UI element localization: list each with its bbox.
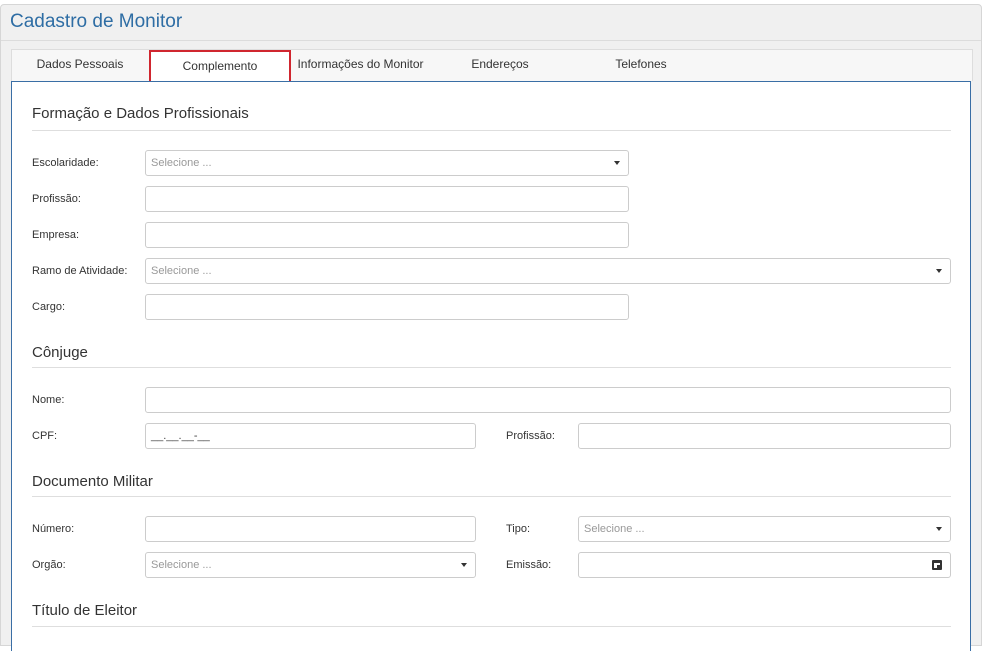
ramo-atividade-label: Ramo de Atividade: bbox=[32, 265, 128, 277]
chevron-down-icon bbox=[461, 563, 467, 567]
militar-tipo-placeholder: Selecione ... bbox=[584, 523, 645, 535]
tab-bar: Dados Pessoais Complemento Informações d… bbox=[11, 49, 973, 83]
section-divider bbox=[32, 496, 951, 497]
tab-panel: Formação e Dados Profissionais Escolarid… bbox=[11, 81, 971, 651]
cargo-input[interactable] bbox=[145, 294, 629, 320]
tab-dados-pessoais[interactable]: Dados Pessoais bbox=[12, 50, 148, 81]
calendar-icon[interactable] bbox=[932, 560, 942, 570]
chevron-down-icon bbox=[936, 269, 942, 273]
empresa-label: Empresa: bbox=[32, 229, 80, 241]
escolaridade-select[interactable]: Selecione ... bbox=[145, 150, 629, 176]
window-title: Cadastro de Monitor bbox=[10, 11, 183, 32]
section-title-militar: Documento Militar bbox=[32, 473, 153, 490]
escolaridade-label: Escolaridade: bbox=[32, 157, 99, 169]
escolaridade-placeholder: Selecione ... bbox=[151, 157, 212, 169]
militar-tipo-select[interactable]: Selecione ... bbox=[578, 516, 951, 542]
form-window: Cadastro de Monitor Dados Pessoais Compl… bbox=[0, 4, 982, 651]
cpf-mask: __.__.__-__ bbox=[151, 430, 210, 442]
chevron-down-icon bbox=[936, 527, 942, 531]
section-divider bbox=[32, 626, 951, 627]
section-divider bbox=[32, 130, 951, 131]
section-title-formacao: Formação e Dados Profissionais bbox=[32, 105, 249, 122]
chevron-down-icon bbox=[614, 161, 620, 165]
militar-tipo-label: Tipo: bbox=[506, 523, 531, 535]
conjuge-nome-label: Nome: bbox=[32, 394, 65, 406]
header-divider bbox=[1, 40, 981, 41]
profissao-label: Profissão: bbox=[32, 193, 81, 205]
militar-orgao-placeholder: Selecione ... bbox=[151, 559, 212, 571]
tab-enderecos[interactable]: Endereços bbox=[430, 50, 570, 81]
section-title-conjuge: Cônjuge bbox=[32, 344, 88, 361]
conjuge-cpf-label: CPF: bbox=[32, 430, 58, 442]
profissao-input[interactable] bbox=[145, 186, 629, 212]
ramo-atividade-select[interactable]: Selecione ... bbox=[145, 258, 951, 284]
section-title-eleitor: Título de Eleitor bbox=[32, 602, 138, 619]
militar-orgao-select[interactable]: Selecione ... bbox=[145, 552, 476, 578]
militar-emissao-date[interactable] bbox=[578, 552, 951, 578]
conjuge-profissao-label: Profissão: bbox=[506, 430, 555, 442]
tab-informacoes-monitor[interactable]: Informações do Monitor bbox=[292, 50, 429, 81]
conjuge-cpf-input[interactable]: __.__.__-__ bbox=[145, 423, 476, 449]
conjuge-profissao-input[interactable] bbox=[578, 423, 951, 449]
militar-numero-input[interactable] bbox=[145, 516, 476, 542]
militar-orgao-label: Orgão: bbox=[32, 559, 66, 571]
tab-telefones[interactable]: Telefones bbox=[571, 50, 711, 81]
ramo-atividade-placeholder: Selecione ... bbox=[151, 265, 212, 277]
cargo-label: Cargo: bbox=[32, 301, 66, 313]
militar-numero-label: Número: bbox=[32, 523, 75, 535]
militar-emissao-label: Emissão: bbox=[506, 559, 552, 571]
empresa-input[interactable] bbox=[145, 222, 629, 248]
section-divider bbox=[32, 367, 951, 368]
tab-complemento[interactable]: Complemento bbox=[149, 50, 291, 83]
conjuge-nome-input[interactable] bbox=[145, 387, 951, 413]
